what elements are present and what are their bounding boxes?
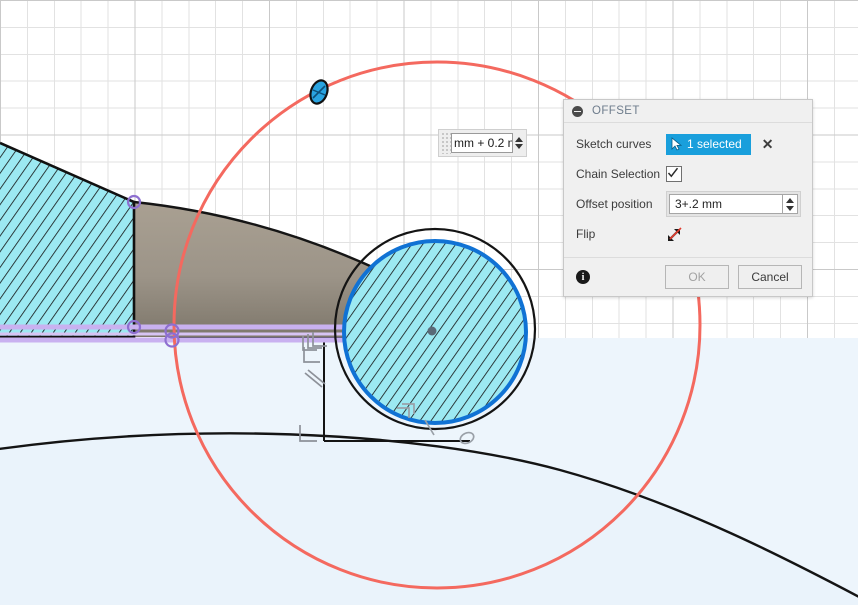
dialog-title: OFFSET [592,105,640,117]
sketch-curves-chip-text: 1 selected [687,137,742,151]
cursor-arrow-icon [671,137,683,151]
offset-position-input[interactable]: 3+.2 mm [669,194,782,214]
row-sketch-curves: Sketch curves 1 selected ✕ [564,129,812,159]
minus-circle-icon[interactable] [572,105,583,117]
cad-application-window: mm + 0.2 m OFFSET Sketch curves 1 select… [0,0,858,605]
flip-label: Flip [576,227,596,241]
spinner-up-icon[interactable] [786,197,794,203]
row-flip: Flip [564,219,812,249]
sketch-curves-label: Sketch curves [576,137,652,151]
clear-selection-icon[interactable]: ✕ [762,137,774,151]
offset-position-spinner[interactable] [782,194,798,214]
info-icon[interactable]: i [576,270,590,284]
checkmark-icon [667,167,679,178]
spinner-down-icon[interactable] [515,144,523,149]
drag-grip-icon[interactable] [441,132,451,154]
offset-position-label: Offset position [576,197,653,211]
dialog-title-bar[interactable]: OFFSET [564,100,812,123]
dialog-button-group: OK Cancel [665,265,802,289]
dialog-footer: i OK Cancel [564,257,812,296]
sketch-viewport[interactable] [0,0,858,605]
floating-dimension-input[interactable]: mm + 0.2 m [438,129,527,157]
sketch-curves-selection-chip[interactable]: 1 selected [666,133,751,155]
dialog-body: Sketch curves 1 selected ✕ Chain Selecti… [564,123,812,257]
cancel-button[interactable]: Cancel [738,265,802,289]
chain-selection-label: Chain Selection [576,167,661,181]
circle-center-point [427,326,437,336]
floating-dimension-value[interactable]: mm + 0.2 m [451,133,513,153]
ok-button[interactable]: OK [665,265,729,289]
spinner-down-icon[interactable] [786,205,794,211]
row-offset-position: Offset position 3+.2 mm [564,189,812,219]
spinner-up-icon[interactable] [515,137,523,142]
selection-point-marker[interactable] [307,78,330,106]
flip-direction-icon[interactable] [666,224,686,244]
chain-selection-checkbox[interactable] [666,166,682,182]
row-chain-selection: Chain Selection [564,159,812,189]
offset-position-field[interactable]: 3+.2 mm [666,191,801,217]
offset-dialog: OFFSET Sketch curves 1 selected ✕ Chain … [563,99,813,297]
floating-dimension-spinner[interactable] [515,137,523,149]
sketch-geometry-canvas [0,60,858,605]
